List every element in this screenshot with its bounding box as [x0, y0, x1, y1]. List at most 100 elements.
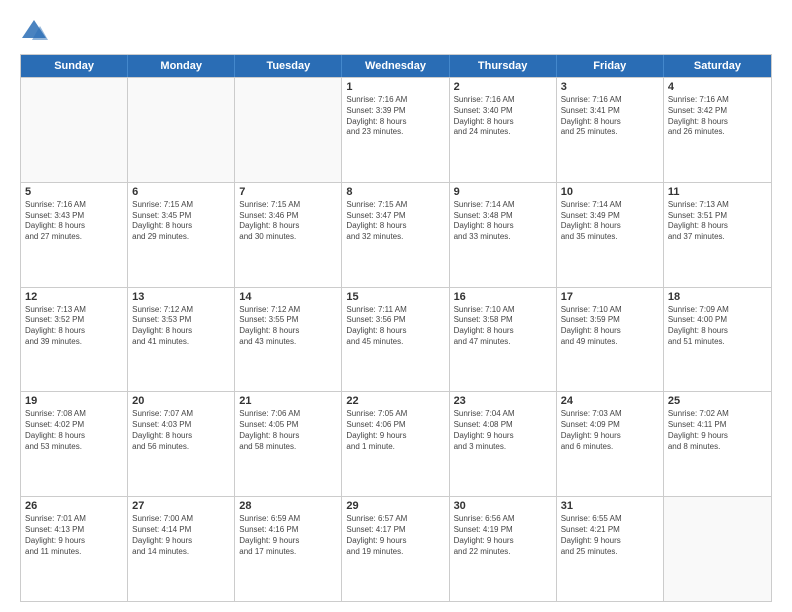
day-info: Sunrise: 7:08 AM Sunset: 4:02 PM Dayligh… [25, 409, 123, 452]
header-day-saturday: Saturday [664, 55, 771, 77]
header-day-tuesday: Tuesday [235, 55, 342, 77]
day-info: Sunrise: 7:16 AM Sunset: 3:39 PM Dayligh… [346, 95, 444, 138]
day-info: Sunrise: 7:04 AM Sunset: 4:08 PM Dayligh… [454, 409, 552, 452]
cal-cell [21, 78, 128, 182]
day-info: Sunrise: 7:15 AM Sunset: 3:47 PM Dayligh… [346, 200, 444, 243]
cal-cell: 20 Sunrise: 7:07 AM Sunset: 4:03 PM Dayli… [128, 392, 235, 496]
cal-cell: 17 Sunrise: 7:10 AM Sunset: 3:59 PM Dayli… [557, 288, 664, 392]
day-number: 1 [346, 81, 444, 93]
day-info: Sunrise: 7:03 AM Sunset: 4:09 PM Dayligh… [561, 409, 659, 452]
day-number: 23 [454, 395, 552, 407]
day-info: Sunrise: 6:59 AM Sunset: 4:16 PM Dayligh… [239, 514, 337, 557]
day-number: 18 [668, 291, 767, 303]
cal-cell: 23 Sunrise: 7:04 AM Sunset: 4:08 PM Dayli… [450, 392, 557, 496]
day-number: 30 [454, 500, 552, 512]
day-info: Sunrise: 7:12 AM Sunset: 3:53 PM Dayligh… [132, 305, 230, 348]
cal-cell: 10Sunrise: 7:14 AM Sunset: 3:49 PM Dayli… [557, 183, 664, 287]
day-info: Sunrise: 7:14 AM Sunset: 3:49 PM Dayligh… [561, 200, 659, 243]
cal-cell: 15 Sunrise: 7:11 AM Sunset: 3:56 PM Dayli… [342, 288, 449, 392]
cal-cell: 16Sunrise: 7:10 AM Sunset: 3:58 PM Dayli… [450, 288, 557, 392]
cal-cell: 2 Sunrise: 7:16 AM Sunset: 3:40 PM Daylig… [450, 78, 557, 182]
day-number: 15 [346, 291, 444, 303]
week-row-1: 1 Sunrise: 7:16 AM Sunset: 3:39 PM Daylig… [21, 77, 771, 182]
cal-cell: 21 Sunrise: 7:06 AM Sunset: 4:05 PM Dayli… [235, 392, 342, 496]
day-number: 22 [346, 395, 444, 407]
cal-cell: 5 Sunrise: 7:16 AM Sunset: 3:43 PM Daylig… [21, 183, 128, 287]
day-number: 31 [561, 500, 659, 512]
cal-cell: 11 Sunrise: 7:13 AM Sunset: 3:51 PM Dayli… [664, 183, 771, 287]
day-number: 2 [454, 81, 552, 93]
cal-cell [128, 78, 235, 182]
day-number: 4 [668, 81, 767, 93]
day-info: Sunrise: 7:06 AM Sunset: 4:05 PM Dayligh… [239, 409, 337, 452]
logo [20, 18, 52, 46]
day-info: Sunrise: 7:05 AM Sunset: 4:06 PM Dayligh… [346, 409, 444, 452]
cal-cell: 29 Sunrise: 6:57 AM Sunset: 4:17 PM Dayli… [342, 497, 449, 601]
day-number: 13 [132, 291, 230, 303]
day-info: Sunrise: 7:07 AM Sunset: 4:03 PM Dayligh… [132, 409, 230, 452]
day-info: Sunrise: 7:01 AM Sunset: 4:13 PM Dayligh… [25, 514, 123, 557]
cal-cell: 31 Sunrise: 6:55 AM Sunset: 4:21 PM Dayli… [557, 497, 664, 601]
day-number: 28 [239, 500, 337, 512]
day-info: Sunrise: 7:13 AM Sunset: 3:51 PM Dayligh… [668, 200, 767, 243]
day-info: Sunrise: 7:13 AM Sunset: 3:52 PM Dayligh… [25, 305, 123, 348]
day-number: 27 [132, 500, 230, 512]
day-number: 3 [561, 81, 659, 93]
day-info: Sunrise: 7:09 AM Sunset: 4:00 PM Dayligh… [668, 305, 767, 348]
day-info: Sunrise: 7:15 AM Sunset: 3:45 PM Dayligh… [132, 200, 230, 243]
day-info: Sunrise: 6:55 AM Sunset: 4:21 PM Dayligh… [561, 514, 659, 557]
cal-cell: 26Sunrise: 7:01 AM Sunset: 4:13 PM Dayli… [21, 497, 128, 601]
calendar-header: SundayMondayTuesdayWednesdayThursdayFrid… [21, 55, 771, 77]
page: SundayMondayTuesdayWednesdayThursdayFrid… [0, 0, 792, 612]
cal-cell: 4 Sunrise: 7:16 AM Sunset: 3:42 PM Daylig… [664, 78, 771, 182]
day-number: 20 [132, 395, 230, 407]
cal-cell: 13 Sunrise: 7:12 AM Sunset: 3:53 PM Dayli… [128, 288, 235, 392]
cal-cell: 12 Sunrise: 7:13 AM Sunset: 3:52 PM Dayli… [21, 288, 128, 392]
cal-cell: 18 Sunrise: 7:09 AM Sunset: 4:00 PM Dayli… [664, 288, 771, 392]
day-info: Sunrise: 7:11 AM Sunset: 3:56 PM Dayligh… [346, 305, 444, 348]
day-info: Sunrise: 7:15 AM Sunset: 3:46 PM Dayligh… [239, 200, 337, 243]
day-number: 14 [239, 291, 337, 303]
day-number: 21 [239, 395, 337, 407]
header-day-thursday: Thursday [450, 55, 557, 77]
day-info: Sunrise: 7:12 AM Sunset: 3:55 PM Dayligh… [239, 305, 337, 348]
cal-cell: 7 Sunrise: 7:15 AM Sunset: 3:46 PM Daylig… [235, 183, 342, 287]
cal-cell: 14 Sunrise: 7:12 AM Sunset: 3:55 PM Dayli… [235, 288, 342, 392]
week-row-2: 5 Sunrise: 7:16 AM Sunset: 3:43 PM Daylig… [21, 182, 771, 287]
day-number: 17 [561, 291, 659, 303]
day-info: Sunrise: 7:16 AM Sunset: 3:40 PM Dayligh… [454, 95, 552, 138]
cal-cell: 6 Sunrise: 7:15 AM Sunset: 3:45 PM Daylig… [128, 183, 235, 287]
cal-cell: 25Sunrise: 7:02 AM Sunset: 4:11 PM Dayli… [664, 392, 771, 496]
cal-cell: 27Sunrise: 7:00 AM Sunset: 4:14 PM Dayli… [128, 497, 235, 601]
day-info: Sunrise: 6:57 AM Sunset: 4:17 PM Dayligh… [346, 514, 444, 557]
cal-cell [235, 78, 342, 182]
day-number: 29 [346, 500, 444, 512]
cal-cell: 1 Sunrise: 7:16 AM Sunset: 3:39 PM Daylig… [342, 78, 449, 182]
day-number: 8 [346, 186, 444, 198]
day-number: 12 [25, 291, 123, 303]
header-day-sunday: Sunday [21, 55, 128, 77]
week-row-5: 26Sunrise: 7:01 AM Sunset: 4:13 PM Dayli… [21, 496, 771, 601]
cal-cell: 8 Sunrise: 7:15 AM Sunset: 3:47 PM Daylig… [342, 183, 449, 287]
day-number: 6 [132, 186, 230, 198]
cal-cell: 30Sunrise: 6:56 AM Sunset: 4:19 PM Dayli… [450, 497, 557, 601]
day-number: 7 [239, 186, 337, 198]
cal-cell: 3 Sunrise: 7:16 AM Sunset: 3:41 PM Daylig… [557, 78, 664, 182]
cal-cell [664, 497, 771, 601]
day-info: Sunrise: 7:10 AM Sunset: 3:59 PM Dayligh… [561, 305, 659, 348]
day-info: Sunrise: 7:16 AM Sunset: 3:41 PM Dayligh… [561, 95, 659, 138]
day-number: 19 [25, 395, 123, 407]
week-row-3: 12 Sunrise: 7:13 AM Sunset: 3:52 PM Dayli… [21, 287, 771, 392]
calendar: SundayMondayTuesdayWednesdayThursdayFrid… [20, 54, 772, 602]
cal-cell: 9 Sunrise: 7:14 AM Sunset: 3:48 PM Daylig… [450, 183, 557, 287]
day-number: 5 [25, 186, 123, 198]
logo-icon [20, 18, 48, 46]
day-info: Sunrise: 7:16 AM Sunset: 3:43 PM Dayligh… [25, 200, 123, 243]
week-row-4: 19 Sunrise: 7:08 AM Sunset: 4:02 PM Dayli… [21, 391, 771, 496]
header-day-wednesday: Wednesday [342, 55, 449, 77]
day-number: 9 [454, 186, 552, 198]
day-info: Sunrise: 7:16 AM Sunset: 3:42 PM Dayligh… [668, 95, 767, 138]
day-number: 11 [668, 186, 767, 198]
day-info: Sunrise: 7:14 AM Sunset: 3:48 PM Dayligh… [454, 200, 552, 243]
day-number: 16 [454, 291, 552, 303]
